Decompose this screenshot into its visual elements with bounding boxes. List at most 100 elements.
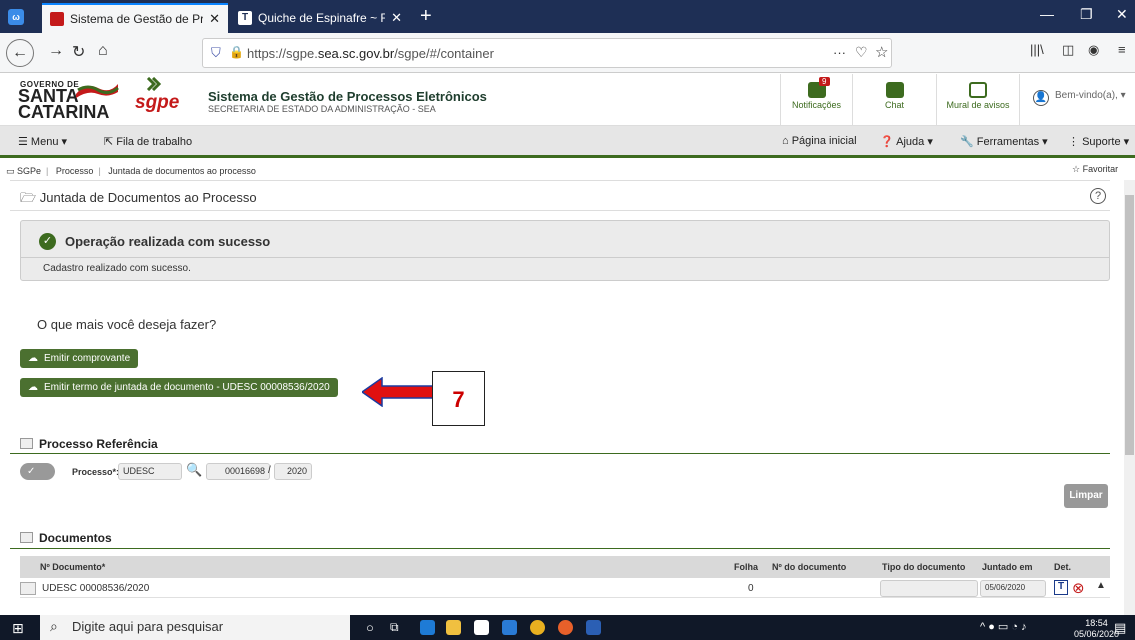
support-menu[interactable]: ⋮ Suporte ▾: [1068, 135, 1129, 148]
help-menu[interactable]: ❓ Ajuda ▾: [880, 135, 933, 148]
divider: [10, 453, 1110, 454]
processo-org-input[interactable]: UDESC: [118, 463, 182, 480]
section-documentos: Documentos: [20, 531, 112, 545]
row-juntado: 05/06/2020: [980, 580, 1046, 597]
library-icon[interactable]: |||\: [1030, 42, 1044, 57]
firefox-menu-icon[interactable]: ω: [8, 9, 24, 25]
sidebar-icon[interactable]: ◫: [1062, 42, 1074, 58]
processo-number-input[interactable]: 00016698: [206, 463, 270, 480]
home-icon[interactable]: ⌂: [98, 42, 108, 60]
wrench-icon: 🔧: [960, 136, 974, 148]
help-icon[interactable]: ?: [1090, 188, 1106, 204]
notification-center-icon[interactable]: ▤: [1114, 620, 1126, 636]
forward-icon[interactable]: →: [48, 42, 64, 60]
tab-quiche[interactable]: T Quiche de Espinafre ~ Receita | ✕: [230, 3, 410, 33]
divider: [10, 210, 1110, 211]
chat-icon: [885, 82, 904, 98]
monitor-icon: ▭: [6, 166, 15, 176]
file-explorer-icon[interactable]: [446, 620, 461, 635]
row-folha: 0: [748, 583, 754, 594]
browser-nav-bar: ← → ↻ ⌂ ⛉ 🔒 https://sgpe.sea.sc.gov.br/s…: [0, 33, 1135, 73]
account-icon[interactable]: ◉: [1088, 42, 1099, 58]
col-det: Det.: [1054, 562, 1072, 572]
processo-year-input[interactable]: 2020: [274, 463, 312, 480]
remove-icon[interactable]: ⊗: [1072, 579, 1085, 597]
sgpe-favicon-icon: [50, 12, 64, 26]
user-avatar-icon[interactable]: 👤: [1033, 90, 1049, 106]
limpar-button[interactable]: Limpar: [1064, 484, 1108, 508]
chrome-icon[interactable]: [530, 620, 545, 635]
back-button[interactable]: ←: [6, 39, 34, 67]
breadcrumb: ▭ SGPe | Processo | Juntada de documentos …: [0, 162, 1135, 180]
taskbar-search[interactable]: ⌕ Digite aqui para pesquisar: [40, 615, 350, 640]
alert-title: Operação realizada com sucesso: [65, 234, 271, 249]
fila-trabalho-link[interactable]: ⇱ Fila de trabalho: [104, 135, 192, 148]
table-row[interactable]: UDESC 00008536/2020 0 05/06/2020 T ⊗ ▲: [20, 580, 1110, 598]
taskbar-clock[interactable]: 18:54 05/06/2020: [1074, 618, 1119, 640]
text-doc-icon[interactable]: T: [1054, 580, 1068, 595]
folder-open-icon: 🗁: [20, 190, 37, 205]
breadcrumb-root[interactable]: SGPe: [17, 166, 41, 176]
welcome-text[interactable]: Bem-vindo(a), ▾: [1055, 90, 1126, 101]
edge-icon[interactable]: [420, 620, 435, 635]
share-icon: ⇱: [104, 136, 114, 148]
bell-icon: 9: [807, 77, 830, 98]
notifications-button[interactable]: 9 Notificações: [780, 74, 852, 126]
firefox-icon[interactable]: [558, 620, 573, 635]
recipe-favicon-icon: T: [238, 11, 252, 25]
breadcrumb-trail: ▭ SGPe | Processo | Juntada de documentos …: [6, 166, 256, 176]
close-icon[interactable]: ✕: [209, 11, 220, 27]
list-icon: [20, 438, 33, 449]
step-callout: 7: [432, 371, 485, 426]
tools-menu[interactable]: 🔧 Ferramentas ▾: [960, 135, 1048, 148]
documents-table-header: Nº Documento* Folha Nº do documento Tipo…: [20, 556, 1110, 578]
task-view-icon[interactable]: ⧉: [390, 620, 399, 635]
new-tab-button[interactable]: +: [420, 5, 432, 27]
scroll-up-icon[interactable]: ▲: [1096, 580, 1106, 591]
divider: [10, 548, 1110, 549]
system-title: Sistema de Gestão de Processos Eletrônic…: [208, 89, 487, 104]
word-icon[interactable]: [586, 620, 601, 635]
col-juntado: Juntado em: [982, 562, 1033, 572]
breadcrumb-processo[interactable]: Processo: [56, 166, 94, 176]
restore-icon[interactable]: ❐: [1080, 6, 1093, 23]
close-icon[interactable]: ✕: [391, 10, 402, 26]
reload-icon[interactable]: ↻: [72, 42, 85, 62]
mural-button[interactable]: Mural de avisos: [936, 74, 1020, 126]
mail-icon[interactable]: [502, 620, 517, 635]
chat-button[interactable]: Chat: [852, 74, 936, 126]
question-icon: ❓: [880, 136, 894, 148]
minimize-icon[interactable]: —: [1040, 6, 1054, 22]
windows-start-icon[interactable]: ⊞: [12, 620, 24, 637]
menu-dropdown[interactable]: ☰ Menu ▾: [18, 135, 67, 148]
home-page-link[interactable]: ⌂ Página inicial: [782, 135, 857, 147]
favorite-link[interactable]: ☆ Favoritar: [1072, 164, 1118, 175]
close-window-icon[interactable]: ✕: [1116, 6, 1128, 23]
processo-toggle[interactable]: ✓: [20, 463, 55, 480]
pocket-icon[interactable]: ♡: [855, 44, 868, 61]
row-doc: UDESC 00008536/2020: [42, 583, 150, 594]
alert-body: Cadastro realizado com sucesso.: [43, 263, 191, 274]
section-processo-referencia: Processo Referência: [20, 437, 158, 451]
search-icon: ⌕: [50, 618, 58, 634]
col-tipo: Tipo do documento: [882, 562, 966, 572]
lock-icon: 🔒: [229, 45, 244, 59]
cortana-icon[interactable]: ○: [366, 620, 374, 635]
store-icon[interactable]: [474, 620, 489, 635]
browser-tab-bar: ω Sistema de Gestão de Processo ✕ T Quic…: [0, 0, 1135, 33]
page-actions-icon[interactable]: ···: [833, 45, 846, 60]
emitir-termo-button[interactable]: ☁ Emitir termo de juntada de documento - …: [20, 378, 338, 397]
url-bar[interactable]: ⛉ 🔒 https://sgpe.sea.sc.gov.br/sgpe/#/co…: [202, 38, 892, 68]
system-subtitle: SECRETARIA DE ESTADO DA ADMINISTRAÇÃO - …: [208, 104, 436, 114]
drag-handle-icon[interactable]: [20, 582, 36, 595]
bookmark-star-icon[interactable]: ☆: [875, 43, 888, 61]
slash-separator: /: [268, 465, 271, 476]
system-tray-icons[interactable]: ^ ● ▭ ◔ ♪: [980, 620, 1027, 633]
hamburger-menu-icon[interactable]: ≡: [1118, 42, 1126, 57]
tab-sgpe[interactable]: Sistema de Gestão de Processo ✕: [42, 3, 228, 33]
next-actions-question: O que mais você deseja fazer?: [37, 317, 217, 332]
emitir-comprovante-button[interactable]: ☁ Emitir comprovante: [20, 349, 139, 368]
row-tipo-input[interactable]: [880, 580, 978, 597]
search-icon[interactable]: 🔍: [186, 462, 202, 478]
page-scrollbar-thumb[interactable]: [1125, 195, 1134, 455]
